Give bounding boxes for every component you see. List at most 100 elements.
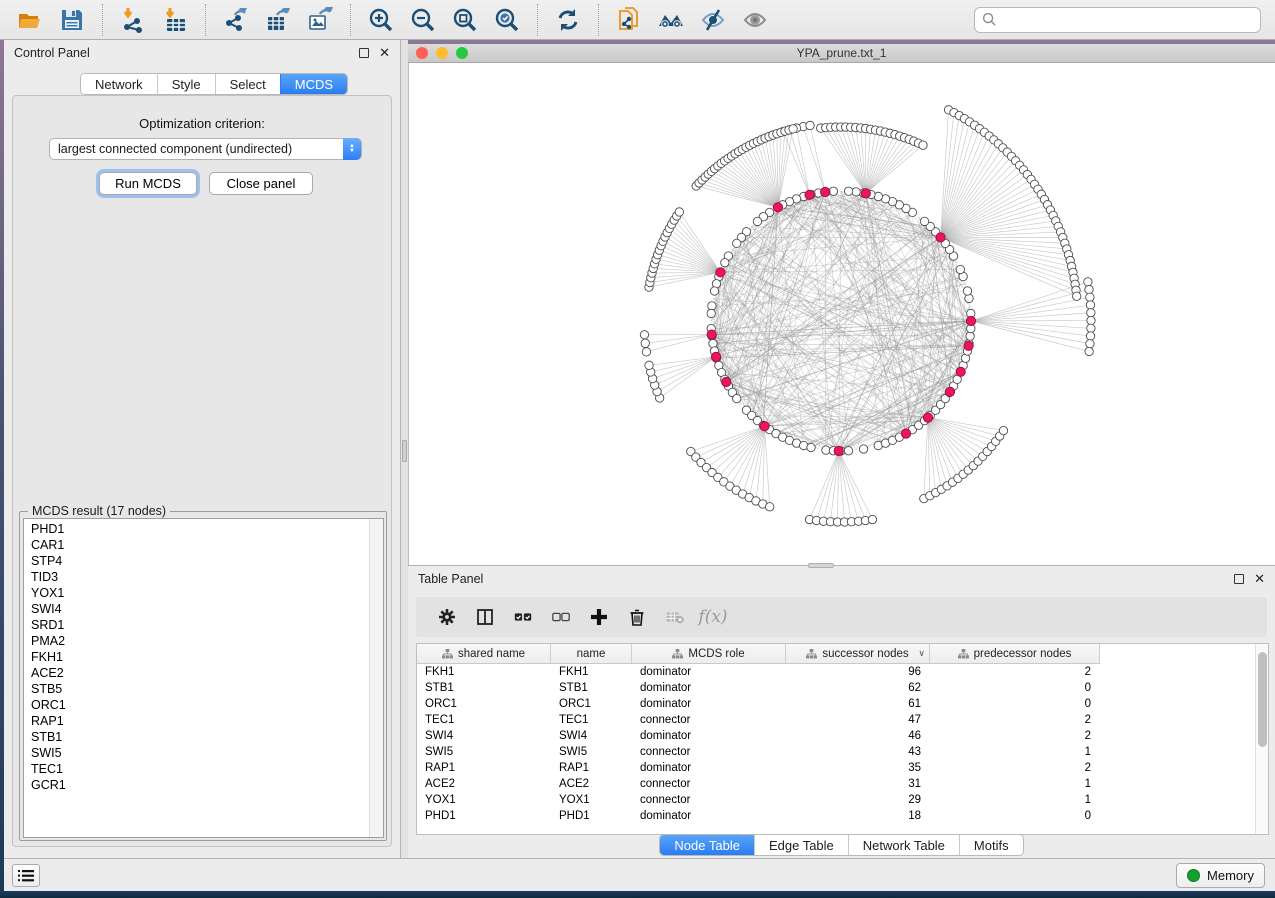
close-panel-button[interactable]: Close panel [209,172,313,195]
graph-mcds-node[interactable] [964,341,973,350]
cell-predecessor-nodes[interactable]: 1 [930,792,1100,808]
cell-successor-nodes[interactable]: 31 [786,776,930,792]
graph-node[interactable] [733,394,741,402]
delete-table-button[interactable] [658,602,692,632]
graph-node[interactable] [920,217,928,225]
graph-node[interactable] [868,515,876,523]
open-file-button[interactable] [9,4,51,36]
cell-MCDS-role[interactable]: connector [632,776,786,792]
column-header-shared-name[interactable]: shared name [417,644,551,663]
graph-mcds-node[interactable] [760,422,769,431]
cell-successor-nodes[interactable]: 18 [786,808,930,824]
graph-node[interactable] [709,339,717,347]
splitter-grip[interactable] [402,440,407,462]
graph-node[interactable] [919,141,927,149]
float-table-panel-icon[interactable] [1234,574,1244,584]
graph-mcds-node[interactable] [711,352,720,361]
cell-shared-name[interactable]: STB1 [417,680,551,696]
cell-predecessor-nodes[interactable]: 0 [930,680,1100,696]
search-box[interactable] [974,7,1261,33]
graph-mcds-node[interactable] [707,330,716,339]
hide-selected-button[interactable] [692,4,734,36]
cell-successor-nodes[interactable]: 29 [786,792,930,808]
graph-mcds-node[interactable] [805,190,814,199]
deselect-all-button[interactable] [544,602,578,632]
column-layout-button[interactable] [468,602,502,632]
tab-node-table[interactable]: Node Table [660,835,754,855]
column-header-successor-nodes[interactable]: successor nodes∨ [786,644,930,663]
import-table-button[interactable] [154,4,196,36]
tab-edge-table[interactable]: Edge Table [754,835,848,855]
graph-node[interactable] [642,348,650,356]
import-network-button[interactable] [112,4,154,36]
graph-mcds-node[interactable] [716,268,725,277]
graph-node[interactable] [1073,292,1081,300]
graph-node[interactable] [645,361,653,369]
cell-name[interactable]: ORC1 [551,696,632,712]
graph-node[interactable] [675,208,683,216]
mcds-result-item[interactable]: PHD1 [24,521,368,537]
table-row[interactable]: FKH1FKH1dominator962 [417,664,1257,680]
graph-node[interactable] [1084,278,1092,286]
table-scrollbar-thumb[interactable] [1258,652,1267,747]
table-row[interactable]: STB1STB1dominator620 [417,680,1257,696]
cell-name[interactable]: STB1 [551,680,632,696]
network-window-titlebar[interactable]: YPA_prune.txt_1 [408,44,1275,63]
cell-shared-name[interactable]: SWI5 [417,744,551,760]
graph-node[interactable] [963,287,971,295]
zoom-selected-button[interactable] [486,4,528,36]
cell-MCDS-role[interactable]: dominator [632,728,786,744]
cell-predecessor-nodes[interactable]: 1 [930,744,1100,760]
export-table-button[interactable] [257,4,299,36]
cell-name[interactable]: SWI4 [551,728,632,744]
graph-mcds-node[interactable] [834,446,843,455]
graph-mcds-node[interactable] [901,429,910,438]
cell-name[interactable]: PHD1 [551,808,632,824]
close-table-panel-icon[interactable]: ✕ [1254,574,1265,584]
cell-successor-nodes[interactable]: 47 [786,712,930,728]
column-header-predecessor-nodes[interactable]: predecessor nodes [930,644,1100,663]
cell-name[interactable]: FKH1 [551,664,632,680]
graph-node[interactable] [710,287,718,295]
graph-node[interactable] [640,331,648,339]
cell-MCDS-role[interactable]: connector [632,744,786,760]
graph-node[interactable] [844,447,852,455]
export-image-button[interactable] [299,4,341,36]
graph-node[interactable] [844,187,852,195]
save-session-button[interactable] [51,4,93,36]
cell-MCDS-role[interactable]: connector [632,792,786,808]
memory-button[interactable]: Memory [1176,863,1265,888]
graph-node[interactable] [1086,301,1094,309]
table-row[interactable]: YOX1YOX1connector291 [417,792,1257,808]
tab-mcds[interactable]: MCDS [280,74,347,94]
mcds-result-item[interactable]: ACE2 [24,665,368,681]
cell-MCDS-role[interactable]: dominator [632,808,786,824]
table-row[interactable]: TEC1TEC1connector472 [417,712,1257,728]
mcds-result-item[interactable]: SRD1 [24,617,368,633]
cell-successor-nodes[interactable]: 43 [786,744,930,760]
mcds-result-item[interactable]: ORC1 [24,697,368,713]
graph-node[interactable] [1085,285,1093,293]
optimization-criterion-select[interactable]: largest connected component (undirected)… [49,138,362,160]
cell-predecessor-nodes[interactable]: 0 [930,696,1100,712]
table-row[interactable]: PHD1PHD1dominator180 [417,808,1257,824]
graph-node[interactable] [1087,309,1095,317]
table-row[interactable]: SWI5SWI5connector431 [417,744,1257,760]
graph-node[interactable] [999,426,1007,434]
mcds-result-list[interactable]: PHD1CAR1STP4TID3YOX1SWI4SRD1PMA2FKH1ACE2… [23,518,384,838]
cell-name[interactable]: RAP1 [551,760,632,776]
cell-name[interactable]: SWI5 [551,744,632,760]
tab-motifs[interactable]: Motifs [959,835,1023,855]
graph-node[interactable] [1085,347,1093,355]
tab-style[interactable]: Style [157,74,215,94]
mcds-result-item[interactable]: STP4 [24,553,368,569]
mcds-result-item[interactable]: FKH1 [24,649,368,665]
table-row[interactable]: RAP1RAP1dominator352 [417,760,1257,776]
column-header-MCDS-role[interactable]: MCDS role [632,644,786,663]
graph-mcds-node[interactable] [861,189,870,198]
node-table[interactable]: shared namenameMCDS rolesuccessor nodes∨… [416,643,1269,835]
graph-node[interactable] [765,503,773,511]
settings-gear-button[interactable] [430,602,464,632]
close-panel-icon[interactable]: ✕ [379,48,390,58]
graph-node[interactable] [733,239,741,247]
